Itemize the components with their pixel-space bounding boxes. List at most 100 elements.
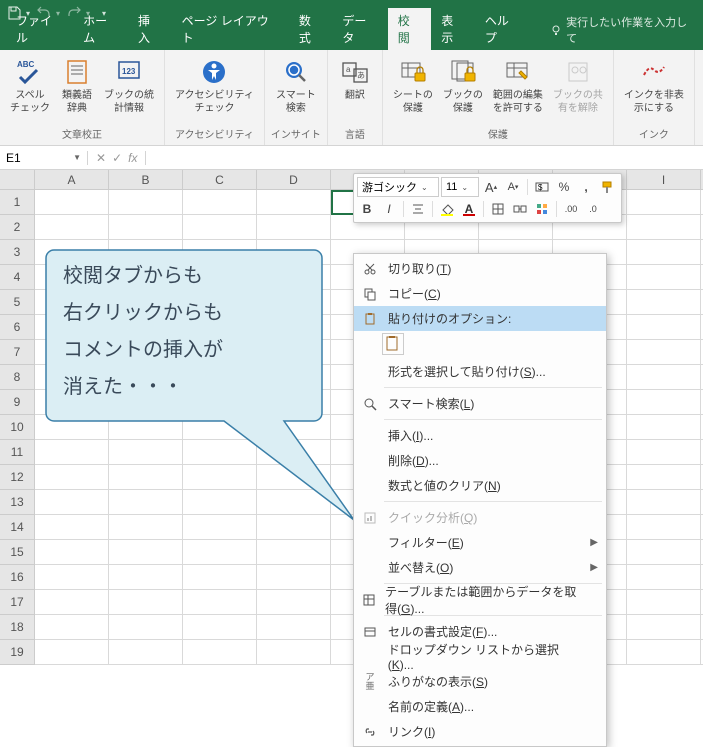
row-head[interactable]: 17 <box>0 590 35 615</box>
percent-icon[interactable]: % <box>554 177 574 197</box>
menu-define-name[interactable]: 名前の定義(A)... <box>354 694 606 719</box>
menu-paste-options[interactable]: 貼り付けのオプション: <box>354 306 606 331</box>
menu-sort[interactable]: 並べ替え(O) ▶ <box>354 555 606 580</box>
row-head[interactable]: 15 <box>0 540 35 565</box>
svg-text:a: a <box>346 65 351 74</box>
italic-icon[interactable]: I <box>379 199 399 219</box>
col-head-B[interactable]: B <box>109 170 183 189</box>
undo-icon[interactable] <box>36 5 52 21</box>
row-head[interactable]: 6 <box>0 315 35 340</box>
row-head[interactable]: 2 <box>0 215 35 240</box>
conditional-format-icon[interactable] <box>532 199 552 219</box>
menu-dropdown-list[interactable]: ドロップダウン リストから選択(K)... <box>354 644 606 669</box>
ribbon-group-accessibility: アクセシビリティ チェック アクセシビリティ <box>165 50 265 145</box>
row-head[interactable]: 9 <box>0 390 35 415</box>
font-family-select[interactable]: 游ゴシック⌄ <box>357 177 439 197</box>
row-head[interactable]: 5 <box>0 290 35 315</box>
name-box[interactable]: E1 ▼ <box>0 151 88 165</box>
search-icon <box>360 395 380 413</box>
col-head-I[interactable]: I <box>627 170 701 189</box>
row-head[interactable]: 13 <box>0 490 35 515</box>
redo-dropdown-icon[interactable]: ▾ <box>86 9 90 18</box>
name-box-dropdown-icon[interactable]: ▼ <box>73 153 81 162</box>
font-color-icon[interactable]: A <box>459 199 479 219</box>
thesaurus-label: 類義語 辞典 <box>62 90 92 115</box>
thesaurus-button[interactable]: 類義語 辞典 <box>56 54 98 117</box>
menu-copy[interactable]: コピー(C) <box>354 281 606 306</box>
row-head[interactable]: 12 <box>0 465 35 490</box>
accessibility-button[interactable]: アクセシビリティ チェック <box>171 54 258 117</box>
fx-icon[interactable]: fx <box>128 151 137 165</box>
row-head[interactable]: 14 <box>0 515 35 540</box>
align-center-icon[interactable] <box>408 199 428 219</box>
row-head[interactable]: 7 <box>0 340 35 365</box>
undo-dropdown-icon[interactable]: ▾ <box>56 9 60 18</box>
menu-dropdown-list-label: ドロップダウン リストから選択(K)... <box>388 641 582 672</box>
spelling-button[interactable]: ABC スペル チェック <box>6 54 54 117</box>
col-head-C[interactable]: C <box>183 170 257 189</box>
tab-help[interactable]: ヘルプ <box>475 8 530 50</box>
ribbon-group-ink: インクを非表 示にする インク <box>614 50 695 145</box>
menu-link[interactable]: リンク(I) <box>354 719 606 744</box>
tab-formulas[interactable]: 数式 <box>289 8 333 50</box>
workbookstats-button[interactable]: 123 ブックの統 計情報 <box>100 54 158 117</box>
row-head[interactable]: 16 <box>0 565 35 590</box>
accessibility-group-label: アクセシビリティ <box>175 126 254 143</box>
menu-smart-lookup[interactable]: スマート検索(L) <box>354 391 606 416</box>
tab-insert[interactable]: 挿入 <box>128 8 172 50</box>
paste-all-option[interactable] <box>382 333 404 355</box>
hideink-button[interactable]: インクを非表 示にする <box>620 54 688 117</box>
redo-icon[interactable] <box>66 5 82 21</box>
tab-pagelayout[interactable]: ページ レイアウト <box>172 8 289 50</box>
menu-furigana[interactable]: ア亜 ふりがなの表示(S) <box>354 669 606 694</box>
protectsheet-button[interactable]: シートの 保護 <box>389 54 437 117</box>
row-head[interactable]: 19 <box>0 640 35 665</box>
alloweditranges-button[interactable]: 範囲の編集 を許可する <box>489 54 547 117</box>
col-head-A[interactable]: A <box>35 170 109 189</box>
qat-dropdown-icon[interactable]: ▾ <box>26 9 30 18</box>
menu-clear[interactable]: 数式と値のクリア(N) <box>354 473 606 498</box>
protectbook-button[interactable]: ブックの 保護 <box>439 54 487 117</box>
tab-review[interactable]: 校閲 <box>388 8 432 50</box>
menu-delete[interactable]: 削除(D)... <box>354 448 606 473</box>
menu-paste-special[interactable]: 形式を選択して貼り付け(S)... <box>354 359 606 384</box>
menu-cut[interactable]: 切り取り(T) <box>354 256 606 281</box>
row-head[interactable]: 3 <box>0 240 35 265</box>
select-all-corner[interactable] <box>0 170 35 189</box>
name-box-value: E1 <box>6 151 21 165</box>
decrease-decimal-icon[interactable]: .0 <box>583 199 603 219</box>
accounting-format-icon[interactable]: $ <box>532 177 552 197</box>
tab-view[interactable]: 表示 <box>431 8 475 50</box>
qat-customize-icon[interactable]: ▾ <box>102 9 106 18</box>
decrease-font-icon[interactable]: A▾ <box>503 177 523 197</box>
menu-filter[interactable]: フィルター(E) ▶ <box>354 530 606 555</box>
increase-font-icon[interactable]: A▴ <box>481 177 501 197</box>
row-head[interactable]: 4 <box>0 265 35 290</box>
row-head[interactable]: 1 <box>0 190 35 215</box>
smartlookup-button[interactable]: スマート 検索 <box>272 54 320 117</box>
merge-icon[interactable] <box>510 199 530 219</box>
menu-get-from-table-label: テーブルまたは範囲からデータを取得(G)... <box>385 583 582 617</box>
tell-me-label: 実行したい作業を入力して <box>566 14 695 46</box>
formula-input[interactable] <box>146 146 703 169</box>
row-head[interactable]: 11 <box>0 440 35 465</box>
menu-insert[interactable]: 挿入(I)... <box>354 423 606 448</box>
increase-decimal-icon[interactable]: .00 <box>561 199 581 219</box>
bold-icon[interactable]: B <box>357 199 377 219</box>
menu-get-from-table[interactable]: テーブルまたは範囲からデータを取得(G)... <box>354 587 606 612</box>
save-icon[interactable] <box>6 5 22 21</box>
col-head-D[interactable]: D <box>257 170 331 189</box>
fill-color-icon[interactable] <box>437 199 457 219</box>
translate-button[interactable]: aあ 翻訳 <box>334 54 376 105</box>
row-head[interactable]: 18 <box>0 615 35 640</box>
font-size-select[interactable]: 11⌄ <box>441 177 479 197</box>
row-head[interactable]: 10 <box>0 415 35 440</box>
row-head[interactable]: 8 <box>0 365 35 390</box>
tab-data[interactable]: データ <box>332 8 387 50</box>
comma-icon[interactable]: , <box>576 177 596 197</box>
borders-icon[interactable] <box>488 199 508 219</box>
context-menu: 切り取り(T) コピー(C) 貼り付けのオプション: 形式を選択して貼り付け(S… <box>353 253 607 747</box>
format-painter-icon[interactable] <box>598 177 618 197</box>
tell-me-search[interactable]: 実行したい作業を入力して <box>542 10 703 50</box>
thesaurus-icon <box>61 56 93 88</box>
